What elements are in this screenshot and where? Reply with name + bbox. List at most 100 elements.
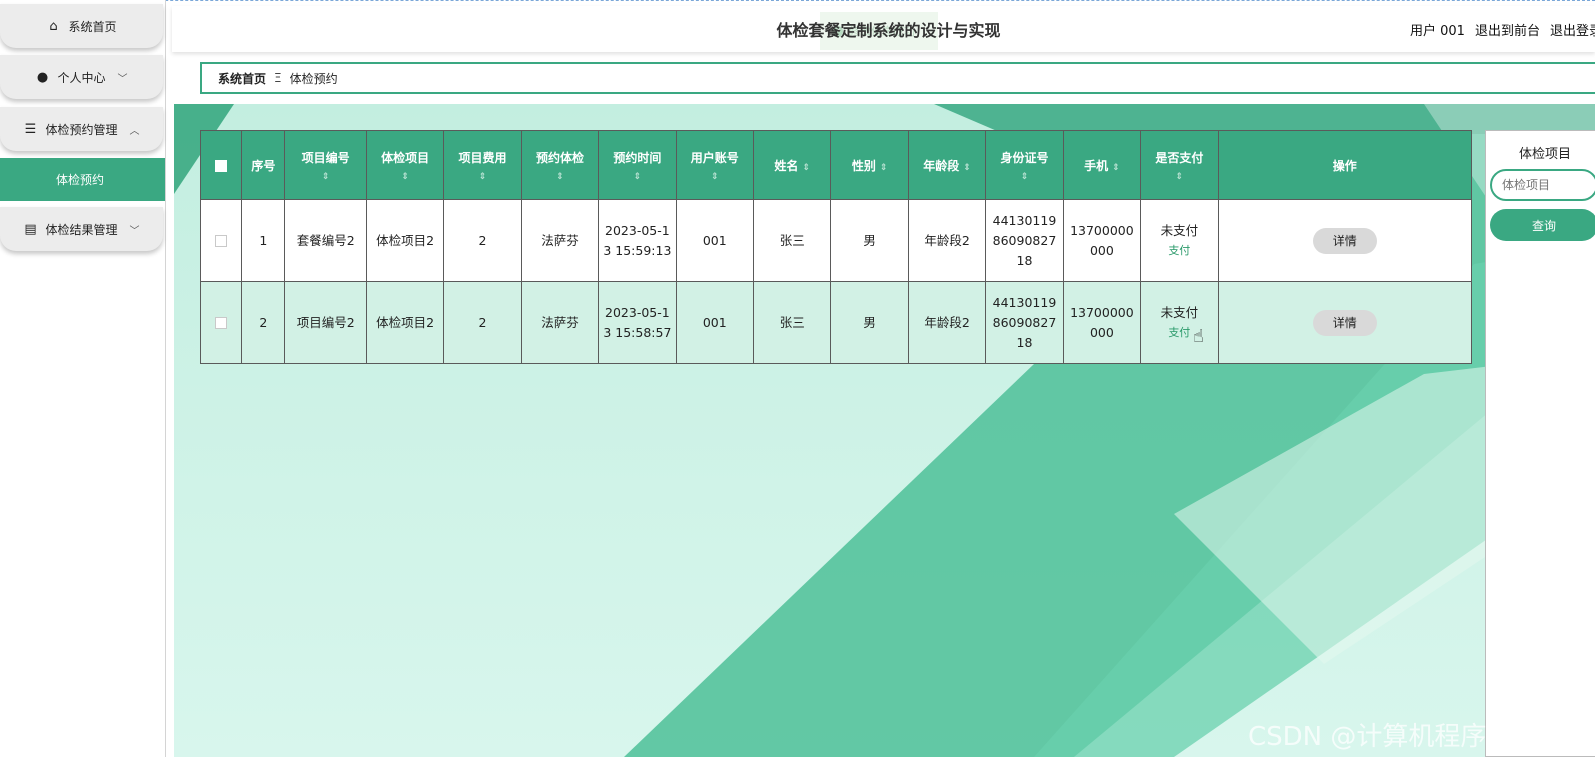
cell-gender: 男: [830, 199, 909, 282]
cell-paid: 未支付 支付: [1140, 281, 1219, 364]
table-row: 2 项目编号2 体检项目2 2 法萨芬 2023-05-13 15:58:57 …: [199, 281, 1473, 364]
header-label: 项目费用: [458, 150, 507, 165]
sidebar-item-label: 体检预约: [56, 173, 105, 187]
sort-icon[interactable]: ⇕: [1143, 172, 1215, 182]
sidebar-item-label: 系统首页: [68, 19, 117, 34]
sidebar-item-result-management[interactable]: ▤ 体检结果管理 ﹀: [0, 207, 163, 251]
header-age-group[interactable]: 年龄段 ⇕: [907, 130, 987, 200]
sidebar-item-label: 体检结果管理: [45, 222, 118, 237]
sort-icon[interactable]: ⇕: [524, 172, 596, 182]
header-account[interactable]: 用户账号 ⇕: [675, 130, 755, 200]
sort-icon[interactable]: ⇕: [679, 172, 751, 182]
sidebar-item-booking-management[interactable]: ☰ 体检预约管理 ︿: [0, 107, 163, 151]
list-icon: ☰: [24, 121, 37, 137]
cell-paid: 未支付 支付: [1140, 199, 1219, 282]
header-label: 预约时间: [613, 150, 662, 165]
search-label: 体检项目: [1518, 147, 1571, 162]
header-project-no[interactable]: 项目编号 ⇕: [284, 130, 367, 200]
breadcrumb-home[interactable]: 系统首页: [218, 70, 266, 87]
page-title: 体检套餐定制系统的设计与实现: [776, 21, 1001, 40]
cell-action: 详情: [1217, 199, 1473, 282]
breadcrumb-current: 体检预约: [289, 71, 338, 86]
search-input[interactable]: [1490, 169, 1595, 201]
header-label: 年龄段: [923, 158, 960, 173]
header-id-no[interactable]: 身份证号 ⇕: [985, 130, 1064, 200]
sidebar-item-personal-center[interactable]: ● 个人中心 ﹀: [0, 55, 163, 99]
cell-account: 001: [675, 199, 755, 282]
cell-gender: 男: [830, 281, 909, 364]
top-dashed-line: [0, 0, 1595, 1]
header-label: 姓名: [774, 158, 799, 173]
pay-link[interactable]: 支付: [1144, 241, 1214, 261]
sidebar-item-booking[interactable]: 体检预约: [0, 158, 165, 201]
cell-project-no: 套餐编号2: [284, 199, 367, 282]
header: ✓ 修改信息成功 体检套餐定制系统的设计与实现: [172, 6, 1595, 52]
sort-icon[interactable]: ⇕: [446, 172, 518, 182]
header-label: 性别: [851, 158, 876, 173]
breadcrumb: 系统首页 Ξ 体检预约: [200, 62, 1595, 94]
detail-button[interactable]: 详情: [1312, 227, 1377, 254]
header-item[interactable]: 体检项目 ⇕: [365, 130, 445, 200]
row-checkbox[interactable]: [215, 317, 228, 329]
row-checkbox[interactable]: [215, 235, 228, 247]
header-fee[interactable]: 项目费用 ⇕: [443, 130, 522, 200]
detail-button[interactable]: 详情: [1312, 309, 1377, 336]
watermark: CSDN @计算机程序_设计: [1248, 722, 1552, 752]
header-label: 序号: [251, 158, 276, 173]
cell-action: 详情: [1217, 281, 1473, 364]
sort-icon[interactable]: ⇕: [963, 163, 971, 173]
cell-age-group: 年龄段2: [907, 199, 987, 282]
header-booking[interactable]: 预约体检 ⇕: [520, 130, 600, 200]
header-gender[interactable]: 性别 ⇕: [830, 130, 909, 200]
chevron-up-icon: ︿: [129, 125, 140, 137]
user-icon: ●: [36, 69, 49, 85]
header-label: 身份证号: [1000, 150, 1049, 165]
sort-icon[interactable]: ⇕: [880, 163, 888, 173]
cell-index: 1: [241, 199, 286, 282]
header-label: 操作: [1332, 158, 1357, 173]
sort-icon[interactable]: ⇕: [601, 172, 673, 182]
sort-icon[interactable]: ⇕: [1112, 163, 1120, 173]
chevron-down-icon: ﹀: [129, 225, 140, 237]
cell-phone: 13700000000: [1062, 281, 1142, 364]
header-index: 序号: [241, 130, 286, 200]
booking-table: 序号 项目编号 ⇕ 体检项目 ⇕ 项目费用 ⇕ 预约体检 ⇕ 预约时间 ⇕ 用户账号 ⇕ 姓…: [199, 130, 1473, 364]
cell-id-no: 441301198609082718: [985, 199, 1064, 282]
breadcrumb-separator: Ξ: [274, 71, 282, 85]
header-label: 体检项目: [381, 150, 430, 165]
cell-name: 张三: [752, 281, 832, 364]
header-action: 操作: [1217, 130, 1473, 200]
cell-fee: 2: [443, 199, 522, 282]
select-all-checkbox[interactable]: [215, 159, 228, 172]
header-paid[interactable]: 是否支付 ⇕: [1140, 130, 1219, 200]
cell-fee: 2: [443, 281, 522, 364]
header-label: 项目编号: [301, 150, 350, 165]
exit-to-front-link[interactable]: 退出到前台: [1475, 20, 1540, 39]
logout-link[interactable]: 退出登录: [1550, 20, 1595, 39]
sort-icon[interactable]: ⇕: [287, 172, 363, 182]
sidebar: ⌂ 系统首页 ● 个人中心 ﹀ ☰ 体检预约管理 ︿ 体检预约 ▤ 体检结果管理…: [0, 0, 166, 757]
header-phone[interactable]: 手机 ⇕: [1062, 130, 1142, 200]
header-name[interactable]: 姓名 ⇕: [752, 130, 832, 200]
cell-time: 2023-05-13 15:58:57: [598, 281, 677, 364]
user-info: 用户 001 退出到前台 退出登录: [1410, 20, 1595, 39]
cell-id-no: 441301198609082718: [985, 281, 1064, 364]
header-time[interactable]: 预约时间 ⇕: [598, 130, 677, 200]
search-button[interactable]: 查询: [1490, 209, 1595, 241]
chevron-down-icon: ﹀: [117, 73, 128, 85]
sort-icon[interactable]: ⇕: [988, 172, 1060, 182]
cell-account: 001: [675, 281, 755, 364]
paid-status: 未支付: [1160, 222, 1199, 238]
search-panel: 体检项目 查询: [1485, 130, 1595, 757]
table-row: 1 套餐编号2 体检项目2 2 法萨芬 2023-05-13 15:59:13 …: [199, 199, 1473, 282]
row-select-cell: [199, 199, 243, 282]
cell-item: 体检项目2: [365, 281, 445, 364]
sort-icon[interactable]: ⇕: [802, 163, 810, 173]
paid-status: 未支付: [1160, 304, 1199, 320]
sidebar-item-label: 体检预约管理: [45, 122, 118, 137]
select-all-cell: [199, 130, 243, 200]
hand-cursor-icon: ☝: [1193, 326, 1204, 347]
sort-icon[interactable]: ⇕: [369, 172, 441, 182]
home-icon: ⌂: [49, 18, 58, 34]
sidebar-item-home[interactable]: ⌂ 系统首页: [0, 4, 163, 48]
